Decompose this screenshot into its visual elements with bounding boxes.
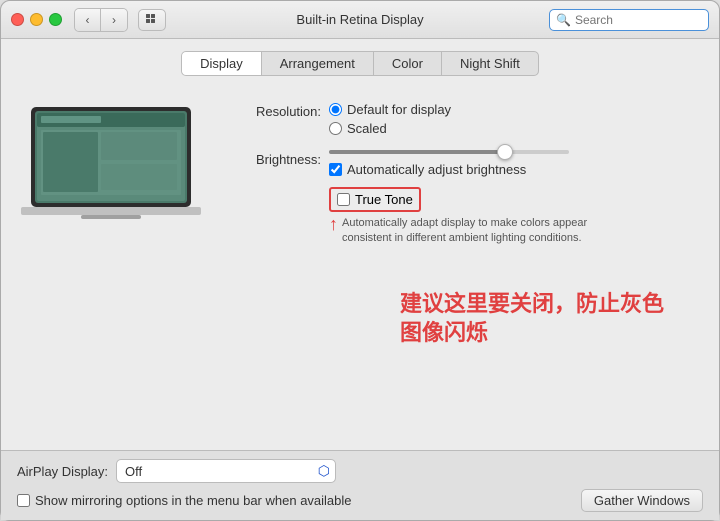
auto-brightness-row: Automatically adjust brightness: [329, 162, 592, 177]
window-buttons: [11, 13, 62, 26]
resolution-scaled-radio[interactable]: [329, 122, 342, 135]
main-window: ‹ › Built-in Retina Display 🔍 Display Ar…: [0, 0, 720, 521]
brightness-slider-wrap: [329, 150, 592, 154]
tab-color[interactable]: Color: [374, 52, 442, 75]
bottom-bar: AirPlay Display: Off On ⬡ Show mirroring…: [1, 450, 719, 520]
true-tone-wrap: True Tone: [329, 187, 421, 212]
auto-brightness-checkbox[interactable]: [329, 163, 342, 176]
tabs-container: Display Arrangement Color Night Shift: [21, 51, 699, 76]
mirror-row: Show mirroring options in the menu bar w…: [17, 489, 703, 512]
resolution-default-radio[interactable]: [329, 103, 342, 116]
grid-button[interactable]: [138, 9, 166, 31]
nav-buttons: ‹ ›: [74, 8, 128, 32]
tab-night-shift[interactable]: Night Shift: [442, 52, 538, 75]
content-area: Display Arrangement Color Night Shift: [1, 39, 719, 450]
airplay-select-wrap: Off On ⬡: [116, 459, 336, 483]
brightness-row: Brightness: Automatically adjust brightn…: [221, 150, 699, 247]
mirror-label-wrap: Show mirroring options in the menu bar w…: [17, 493, 352, 508]
tab-display[interactable]: Display: [182, 52, 262, 75]
resolution-scaled-row: Scaled: [329, 121, 451, 136]
mirror-checkbox[interactable]: [17, 494, 30, 507]
window-title: Built-in Retina Display: [296, 12, 423, 27]
settings-panel: Resolution: Default for display Scaled: [221, 92, 699, 450]
search-box[interactable]: 🔍: [549, 9, 709, 31]
arrow-icon: ↑: [329, 214, 338, 235]
true-tone-section: True Tone ↑ Automatically adapt display …: [329, 187, 592, 247]
resolution-default-row: Default for display: [329, 102, 451, 117]
brightness-label: Brightness:: [221, 150, 321, 167]
close-button[interactable]: [11, 13, 24, 26]
mirror-label[interactable]: Show mirroring options in the menu bar w…: [35, 493, 352, 508]
grid-icon: [145, 13, 159, 27]
true-tone-hint: Automatically adapt display to make colo…: [342, 216, 592, 247]
airplay-row: AirPlay Display: Off On ⬡: [17, 459, 703, 483]
tab-arrangement[interactable]: Arrangement: [262, 52, 374, 75]
back-button[interactable]: ‹: [75, 9, 101, 31]
airplay-select[interactable]: Off On: [116, 459, 336, 483]
resolution-scaled-label[interactable]: Scaled: [347, 121, 387, 136]
resolution-row: Resolution: Default for display Scaled: [221, 102, 699, 136]
resolution-label: Resolution:: [221, 102, 321, 119]
minimize-button[interactable]: [30, 13, 43, 26]
search-icon: 🔍: [556, 13, 571, 27]
resolution-default-label[interactable]: Default for display: [347, 102, 451, 117]
arrow-annotation: ↑ Automatically adapt display to make co…: [329, 212, 592, 247]
auto-brightness-label[interactable]: Automatically adjust brightness: [347, 162, 526, 177]
gather-windows-button[interactable]: Gather Windows: [581, 489, 703, 512]
search-input[interactable]: [575, 13, 702, 27]
brightness-slider[interactable]: [329, 150, 569, 154]
maximize-button[interactable]: [49, 13, 62, 26]
brightness-controls: Automatically adjust brightness True Ton…: [329, 150, 592, 247]
display-thumbnail: [21, 102, 201, 242]
titlebar: ‹ › Built-in Retina Display 🔍: [1, 1, 719, 39]
settings-body: Resolution: Default for display Scaled: [21, 92, 699, 450]
forward-button[interactable]: ›: [101, 9, 127, 31]
resolution-controls: Default for display Scaled: [329, 102, 451, 136]
macbook-icon: [21, 102, 201, 232]
tab-group: Display Arrangement Color Night Shift: [181, 51, 539, 76]
airplay-label: AirPlay Display:: [17, 464, 108, 479]
true-tone-label[interactable]: True Tone: [355, 192, 413, 207]
true-tone-checkbox[interactable]: [337, 193, 350, 206]
